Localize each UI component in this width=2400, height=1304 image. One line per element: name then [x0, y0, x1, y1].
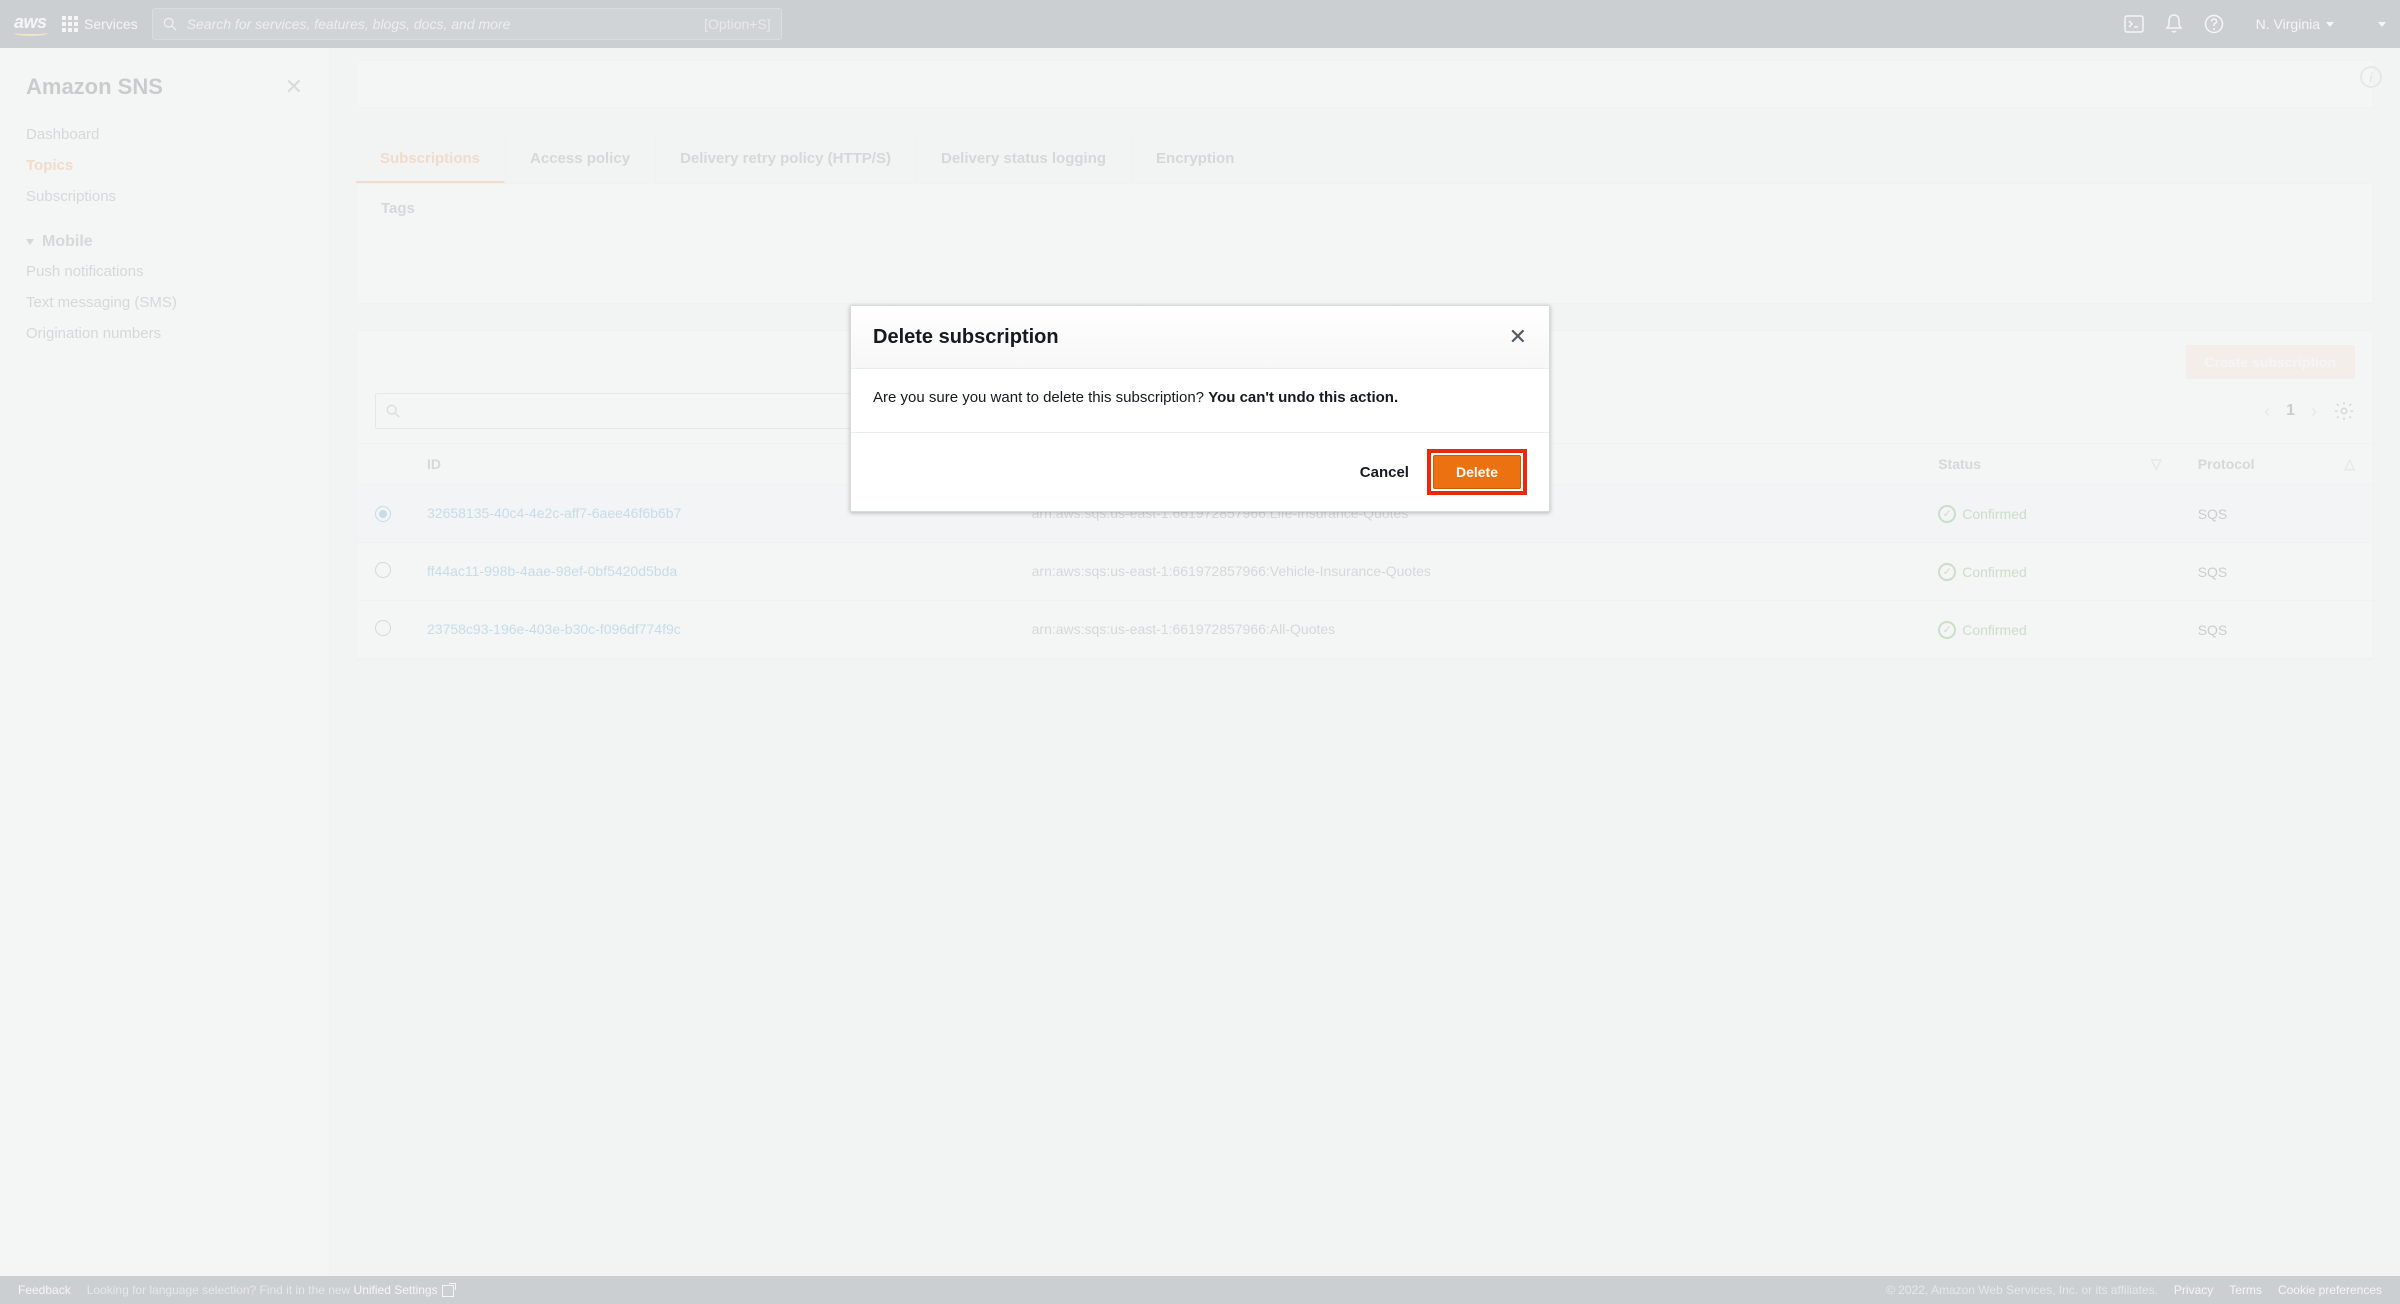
modal-overlay: Delete subscription ✕ Are you sure you w…	[0, 0, 2400, 1304]
delete-button[interactable]: Delete	[1433, 455, 1521, 489]
modal-body: Are you sure you want to delete this sub…	[851, 369, 1549, 433]
delete-subscription-modal: Delete subscription ✕ Are you sure you w…	[850, 305, 1550, 512]
modal-body-strong: You can't undo this action.	[1208, 389, 1398, 406]
modal-body-text: Are you sure you want to delete this sub…	[873, 389, 1208, 406]
delete-highlight: Delete	[1427, 449, 1527, 495]
close-icon[interactable]: ✕	[1509, 324, 1527, 350]
modal-title: Delete subscription	[873, 326, 1059, 349]
cancel-button[interactable]: Cancel	[1360, 464, 1409, 481]
